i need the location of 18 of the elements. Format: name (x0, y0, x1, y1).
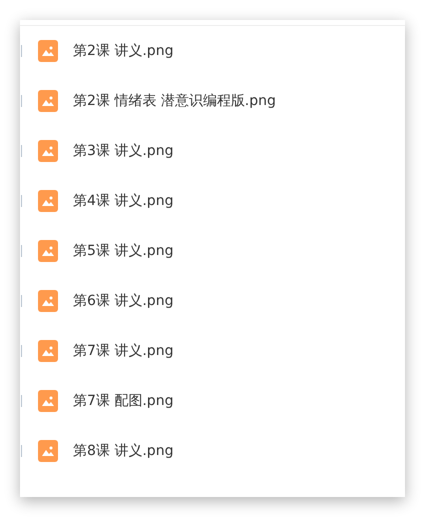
image-file-icon (38, 390, 58, 412)
image-file-icon (38, 240, 58, 262)
image-file-icon (38, 90, 58, 112)
file-name[interactable]: 第2课 讲义.png (73, 40, 174, 62)
file-name[interactable]: 第7课 配图.png (73, 390, 174, 412)
image-file-icon (38, 40, 58, 62)
file-name[interactable]: 第4课 讲义.png (73, 190, 174, 212)
file-name[interactable]: 第7课 讲义.png (73, 340, 174, 362)
image-file-icon (38, 440, 58, 462)
file-name[interactable]: 第2课 情绪表 潜意识编程版.png (73, 90, 276, 112)
image-file-icon (38, 340, 58, 362)
image-file-icon (38, 140, 58, 162)
file-name[interactable]: 第5课 讲义.png (73, 240, 174, 262)
file-name[interactable]: 第3课 讲义.png (73, 140, 174, 162)
image-file-icon (38, 190, 58, 212)
image-file-icon (38, 290, 58, 312)
file-name[interactable]: 第8课 讲义.png (73, 440, 174, 462)
file-name[interactable]: 第6课 讲义.png (73, 290, 174, 312)
